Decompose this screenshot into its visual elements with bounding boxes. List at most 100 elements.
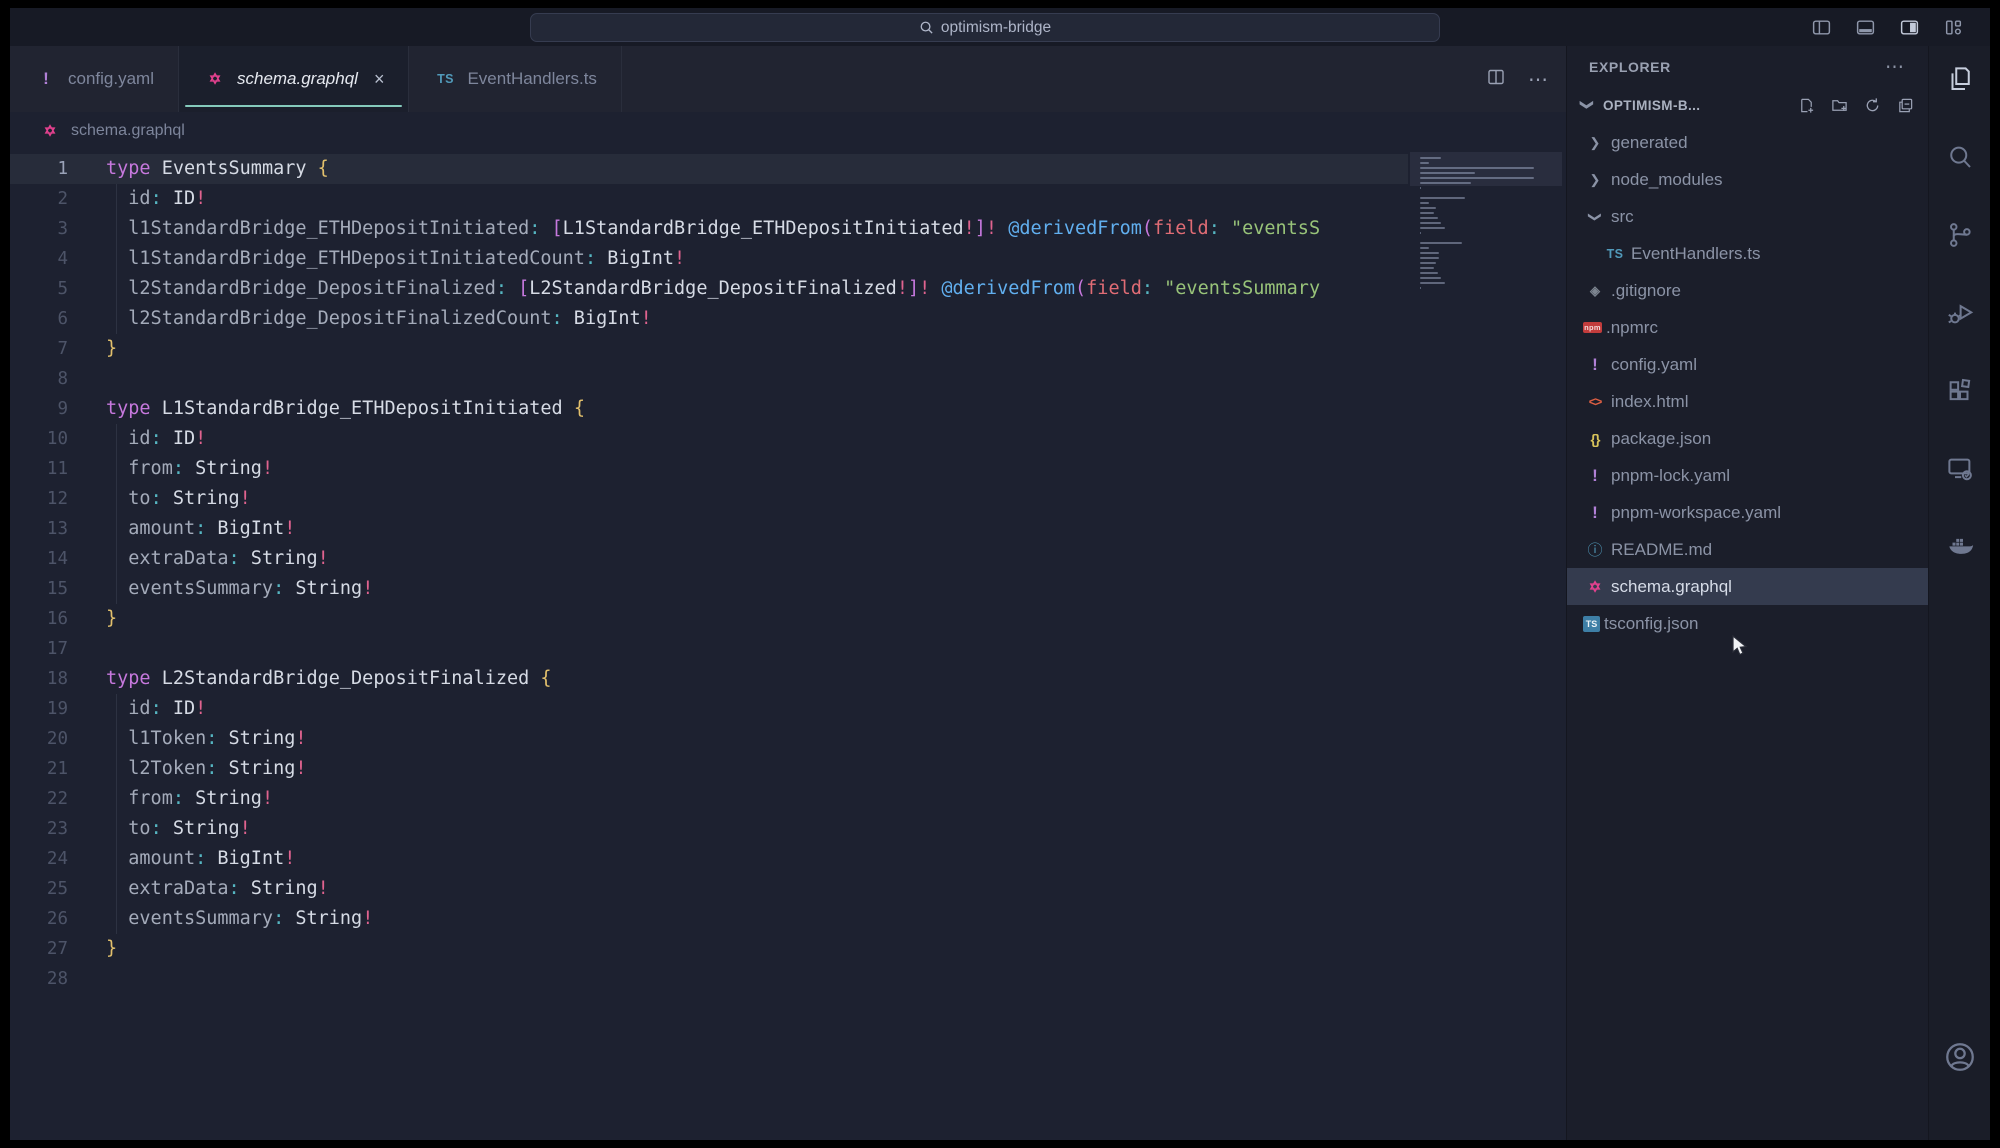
- tree-item-pnpm-lock.yaml[interactable]: !pnpm-lock.yaml: [1567, 457, 1928, 494]
- breadcrumb-label: schema.graphql: [71, 122, 185, 140]
- code-line[interactable]: 26 eventsSummary: String!: [10, 904, 1566, 934]
- workspace-section-header[interactable]: ❯ OPTIMISM-B...: [1567, 88, 1928, 122]
- npm-file-icon: npm: [1583, 322, 1602, 333]
- activity-source-control-icon[interactable]: [1937, 220, 1983, 298]
- tree-item-label: node_modules: [1611, 170, 1723, 190]
- code-line[interactable]: 9type L1StandardBridge_ETHDepositInitiat…: [10, 394, 1566, 424]
- toggle-primary-sidebar-icon[interactable]: [1810, 16, 1832, 38]
- code-text: }: [68, 334, 117, 364]
- code-line[interactable]: 14 extraData: String!: [10, 544, 1566, 574]
- account-icon[interactable]: [1937, 1040, 1983, 1118]
- code-line[interactable]: 17: [10, 634, 1566, 664]
- tree-item-node_modules[interactable]: ❯node_modules: [1567, 161, 1928, 198]
- yaml-file-icon: !: [1583, 355, 1607, 375]
- tree-item-.npmrc[interactable]: npm.npmrc: [1567, 309, 1928, 346]
- line-number: 5: [10, 274, 68, 304]
- activity-remote-explorer-icon[interactable]: [1937, 454, 1983, 532]
- tab-schema.graphql[interactable]: ✡ schema.graphql ×: [179, 46, 409, 112]
- json-file-icon: {}: [1583, 431, 1607, 447]
- code-text: to: String!: [68, 484, 251, 514]
- customize-layout-icon[interactable]: [1942, 16, 1964, 38]
- tab-EventHandlers.ts[interactable]: TSEventHandlers.ts: [409, 46, 621, 112]
- chevron-right-icon: ❯: [1583, 172, 1607, 188]
- collapse-folders-icon[interactable]: [1896, 96, 1914, 114]
- code-line[interactable]: 20 l1Token: String!: [10, 724, 1566, 754]
- toggle-secondary-sidebar-icon[interactable]: [1898, 16, 1920, 38]
- close-tab-icon[interactable]: ×: [374, 69, 385, 90]
- split-editor-icon[interactable]: [1486, 67, 1506, 92]
- tree-item-index.html[interactable]: <>index.html: [1567, 383, 1928, 420]
- code-line[interactable]: 18type L2StandardBridge_DepositFinalized…: [10, 664, 1566, 694]
- activity-explorer-icon[interactable]: [1937, 64, 1983, 142]
- tree-item-src[interactable]: ❯src: [1567, 198, 1928, 235]
- chevron-right-icon: ❯: [1583, 135, 1607, 151]
- line-number: 26: [10, 904, 68, 934]
- code-line[interactable]: 28: [10, 964, 1566, 994]
- code-line[interactable]: 1type EventsSummary {: [10, 154, 1566, 184]
- code-line[interactable]: 22 from: String!: [10, 784, 1566, 814]
- tree-item-EventHandlers.ts[interactable]: TSEventHandlers.ts: [1567, 235, 1928, 272]
- code-line[interactable]: 13 amount: BigInt!: [10, 514, 1566, 544]
- tree-item-README.md[interactable]: ⓘREADME.md: [1567, 531, 1928, 568]
- code-text: to: String!: [68, 814, 251, 844]
- code-line[interactable]: 25 extraData: String!: [10, 874, 1566, 904]
- code-editor[interactable]: 1type EventsSummary {2 id: ID!3 l1Standa…: [10, 150, 1566, 1140]
- tree-item-label: config.yaml: [1611, 355, 1697, 375]
- code-text: l2StandardBridge_DepositFinalizedCount: …: [68, 304, 652, 334]
- code-line[interactable]: 4 l1StandardBridge_ETHDepositInitiatedCo…: [10, 244, 1566, 274]
- tsconfig-file-icon: TS: [1583, 616, 1600, 632]
- code-line[interactable]: 5 l2StandardBridge_DepositFinalized: [L2…: [10, 274, 1566, 304]
- command-center-search[interactable]: optimism-bridge: [530, 13, 1440, 42]
- code-line[interactable]: 10 id: ID!: [10, 424, 1566, 454]
- new-file-icon[interactable]: [1797, 96, 1815, 114]
- minimap[interactable]: [1414, 152, 1552, 332]
- activity-docker-icon[interactable]: [1937, 532, 1983, 610]
- info-file-icon: ⓘ: [1583, 539, 1607, 560]
- tree-item-schema.graphql[interactable]: ✡schema.graphql: [1567, 568, 1928, 605]
- code-text: [68, 634, 106, 664]
- code-line[interactable]: 15 eventsSummary: String!: [10, 574, 1566, 604]
- toggle-panel-icon[interactable]: [1854, 16, 1876, 38]
- tree-item-label: pnpm-lock.yaml: [1611, 466, 1730, 486]
- code-text: l1StandardBridge_ETHDepositInitiatedCoun…: [68, 244, 685, 274]
- tree-item-package.json[interactable]: {}package.json: [1567, 420, 1928, 457]
- code-line[interactable]: 7}: [10, 334, 1566, 364]
- tab-config.yaml[interactable]: !config.yaml: [10, 46, 179, 112]
- code-line[interactable]: 12 to: String!: [10, 484, 1566, 514]
- graphql-file-icon: ✡: [203, 70, 227, 88]
- code-text: from: String!: [68, 454, 273, 484]
- tab-label: EventHandlers.ts: [467, 69, 596, 89]
- refresh-icon[interactable]: [1863, 96, 1881, 114]
- file-tree: ❯generated❯node_modules❯srcTSEventHandle…: [1567, 124, 1928, 642]
- code-line[interactable]: 27}: [10, 934, 1566, 964]
- code-line[interactable]: 2 id: ID!: [10, 184, 1566, 214]
- activity-extensions-icon[interactable]: [1937, 376, 1983, 454]
- code-line[interactable]: 11 from: String!: [10, 454, 1566, 484]
- explorer-more-actions-icon[interactable]: ⋯: [1885, 56, 1906, 79]
- tree-item-.gitignore[interactable]: ◈.gitignore: [1567, 272, 1928, 309]
- tree-item-pnpm-workspace.yaml[interactable]: !pnpm-workspace.yaml: [1567, 494, 1928, 531]
- code-text: from: String!: [68, 784, 273, 814]
- activity-search-icon[interactable]: [1937, 142, 1983, 220]
- code-line[interactable]: 6 l2StandardBridge_DepositFinalizedCount…: [10, 304, 1566, 334]
- tree-item-config.yaml[interactable]: !config.yaml: [1567, 346, 1928, 383]
- breadcrumb[interactable]: ✡ schema.graphql: [10, 112, 1566, 150]
- editor-more-actions-icon[interactable]: ⋯: [1528, 67, 1550, 92]
- code-line[interactable]: 19 id: ID!: [10, 694, 1566, 724]
- code-line[interactable]: 23 to: String!: [10, 814, 1566, 844]
- activity-run-debug-icon[interactable]: [1937, 298, 1983, 376]
- code-line[interactable]: 16}: [10, 604, 1566, 634]
- code-line[interactable]: 3 l1StandardBridge_ETHDepositInitiated: …: [10, 214, 1566, 244]
- graphql-file-icon: ✡: [38, 122, 62, 140]
- code-line[interactable]: 8: [10, 364, 1566, 394]
- code-line[interactable]: 24 amount: BigInt!: [10, 844, 1566, 874]
- yaml-file-icon: !: [1583, 466, 1607, 486]
- new-folder-icon[interactable]: [1830, 96, 1848, 114]
- line-number: 24: [10, 844, 68, 874]
- tree-item-generated[interactable]: ❯generated: [1567, 124, 1928, 161]
- code-line[interactable]: 21 l2Token: String!: [10, 754, 1566, 784]
- chevron-down-icon: ❯: [1587, 205, 1603, 229]
- code-text: id: ID!: [68, 694, 206, 724]
- code-text: extraData: String!: [68, 544, 329, 574]
- tab-label: schema.graphql: [237, 69, 358, 89]
